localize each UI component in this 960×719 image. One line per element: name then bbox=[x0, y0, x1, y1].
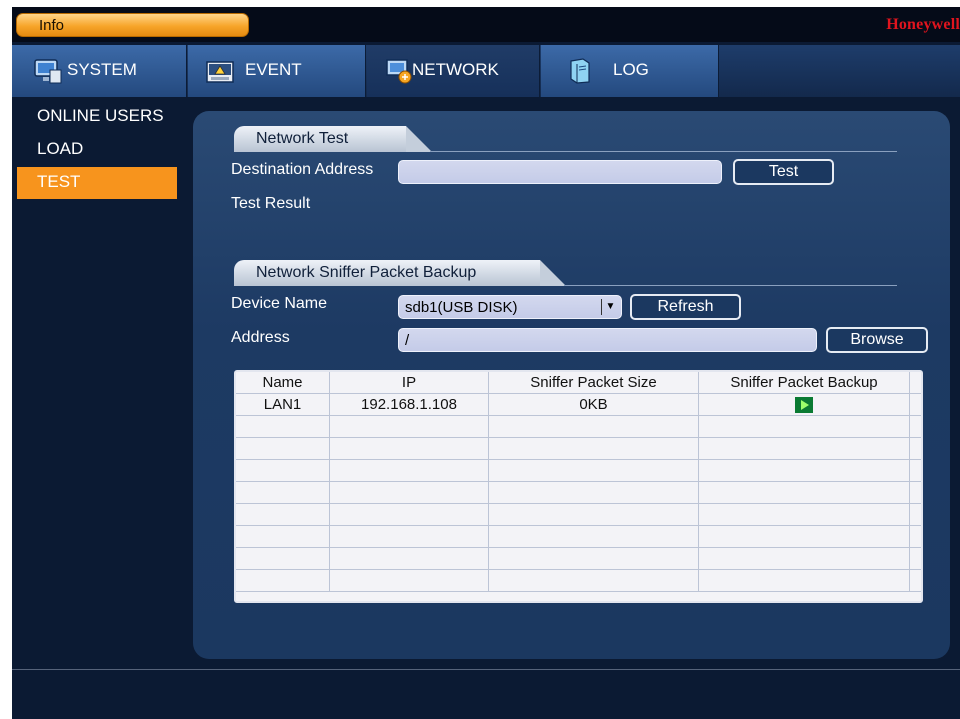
chevron-down-icon: ▼ bbox=[601, 299, 619, 315]
network-test-section-tab: Network Test bbox=[234, 126, 432, 152]
tab-log[interactable]: LOG bbox=[541, 45, 719, 97]
column-header-name: Name bbox=[236, 372, 330, 394]
row-name: LAN1 bbox=[236, 394, 330, 416]
tab-system[interactable]: SYSTEM bbox=[12, 45, 187, 97]
log-book-icon bbox=[570, 58, 590, 84]
info-tab-label: Info bbox=[39, 17, 65, 34]
device-name-select[interactable]: sdb1(USB DISK) ▼ bbox=[398, 295, 622, 319]
sniffer-title: Network Sniffer Packet Backup bbox=[256, 264, 477, 281]
address-input[interactable]: / bbox=[398, 328, 817, 352]
table-header-row: Name IP Sniffer Packet Size Sniffer Pack… bbox=[236, 372, 921, 394]
table-row bbox=[236, 504, 921, 526]
title-bar: Info Honeywell bbox=[12, 7, 960, 42]
test-button[interactable]: Test bbox=[733, 159, 834, 185]
column-header-size: Sniffer Packet Size bbox=[489, 372, 699, 394]
sidebar-item-label: ONLINE USERS bbox=[37, 106, 164, 125]
table-row bbox=[236, 460, 921, 482]
info-tab[interactable]: Info bbox=[16, 13, 249, 37]
sniffer-section-tab: Network Sniffer Packet Backup bbox=[234, 260, 566, 286]
test-result-label: Test Result bbox=[231, 195, 311, 212]
column-header-ip: IP bbox=[330, 372, 489, 394]
sidebar-item-online-users[interactable]: ONLINE USERS bbox=[17, 101, 177, 133]
table-row bbox=[236, 416, 921, 438]
table-row bbox=[236, 526, 921, 548]
tab-event-label: EVENT bbox=[245, 60, 302, 79]
refresh-button[interactable]: Refresh bbox=[630, 294, 741, 320]
sniffer-table: Name IP Sniffer Packet Size Sniffer Pack… bbox=[234, 370, 923, 603]
brand-logo: Honeywell bbox=[886, 16, 960, 33]
monitor-icon bbox=[34, 59, 62, 84]
tab-event[interactable]: EVENT bbox=[188, 45, 366, 97]
sidebar-item-label: LOAD bbox=[37, 139, 84, 158]
tab-network[interactable]: NETWORK bbox=[367, 45, 540, 97]
sidebar-item-load[interactable]: LOAD bbox=[17, 134, 177, 166]
table-row[interactable]: LAN1 192.168.1.108 0KB bbox=[236, 394, 921, 416]
sidebar-item-label: TEST bbox=[37, 172, 81, 191]
network-icon bbox=[386, 59, 412, 84]
column-header-backup: Sniffer Packet Backup bbox=[699, 372, 910, 394]
table-row bbox=[236, 438, 921, 460]
table-row bbox=[236, 548, 921, 570]
alarm-icon bbox=[206, 61, 234, 83]
row-ip: 192.168.1.108 bbox=[330, 394, 489, 416]
table-row bbox=[236, 482, 921, 504]
address-label: Address bbox=[231, 329, 290, 346]
section-divider bbox=[430, 151, 897, 152]
device-name-value: sdb1(USB DISK) bbox=[405, 299, 518, 316]
status-divider bbox=[12, 669, 960, 670]
network-test-title: Network Test bbox=[256, 130, 349, 147]
play-icon[interactable] bbox=[795, 397, 813, 413]
destination-address-label: Destination Address bbox=[231, 161, 374, 178]
section-divider bbox=[564, 285, 897, 286]
table-row bbox=[236, 570, 921, 592]
tab-network-label: NETWORK bbox=[412, 60, 499, 79]
tab-system-label: SYSTEM bbox=[67, 60, 137, 79]
destination-address-input[interactable] bbox=[398, 160, 722, 184]
dvr-app: Info Honeywell SYSTEM EVENT NETWORK LOG … bbox=[12, 7, 960, 719]
device-name-label: Device Name bbox=[231, 295, 328, 312]
sidebar-item-test[interactable]: TEST bbox=[17, 167, 177, 199]
row-backup bbox=[699, 394, 910, 416]
main-tabs: SYSTEM EVENT NETWORK LOG bbox=[12, 45, 960, 97]
row-size: 0KB bbox=[489, 394, 699, 416]
browse-button[interactable]: Browse bbox=[826, 327, 928, 353]
tab-log-label: LOG bbox=[613, 60, 649, 79]
